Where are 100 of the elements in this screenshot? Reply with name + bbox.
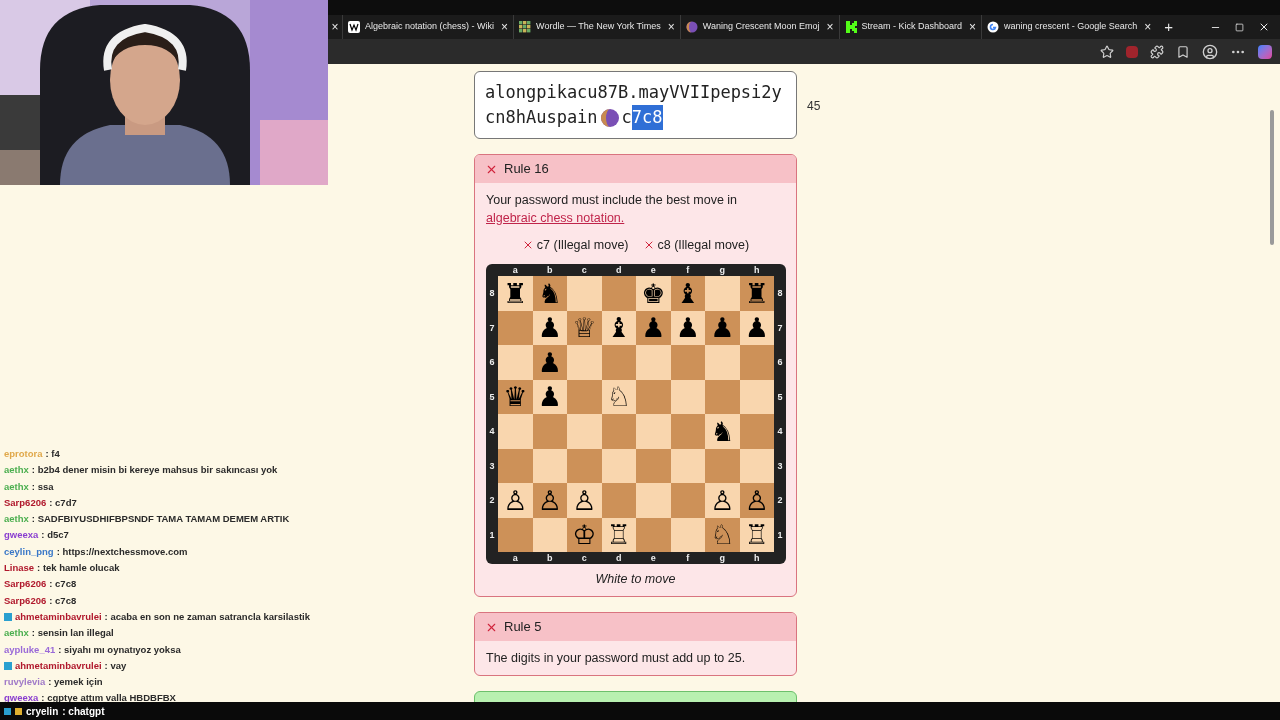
chat-message: : vay xyxy=(104,658,127,673)
tab-close-icon[interactable]: × xyxy=(826,18,834,36)
chat-username: eprotora xyxy=(4,447,43,461)
board-square xyxy=(670,345,705,380)
favorite-star-icon[interactable] xyxy=(1100,44,1114,59)
chess-piece: ♙ xyxy=(744,486,769,514)
chess-piece: ♜ xyxy=(744,279,769,307)
file-label: c xyxy=(580,552,588,565)
tab-title: Wordle — The New York Times xyxy=(536,20,661,34)
file-label: e xyxy=(649,264,657,277)
profile-icon[interactable] xyxy=(1202,43,1218,60)
chess-piece: ♝ xyxy=(675,279,700,307)
chat-username: ahmetaminbavrulei xyxy=(15,658,102,673)
character-count: 45 xyxy=(807,98,821,115)
chess-piece: ♟ xyxy=(675,314,700,342)
file-label: h xyxy=(753,552,761,565)
rank-label: 8 xyxy=(488,287,496,301)
tab-close-icon[interactable]: × xyxy=(969,18,977,36)
chess-piece: ♕ xyxy=(572,314,597,342)
chess-piece: ♞ xyxy=(710,417,735,445)
chat-message: : SADFBIYUSDHIFBPSNDF TAMA TAMAM DEMEM ARTIK xyxy=(31,512,290,527)
file-label: f xyxy=(685,264,691,277)
board-square xyxy=(498,345,533,380)
scrollbar-thumb[interactable] xyxy=(1270,110,1274,245)
badge-icon xyxy=(4,613,12,622)
new-tab-button[interactable]: + xyxy=(1164,15,1173,39)
restore-icon[interactable] xyxy=(1235,22,1244,32)
file-label: c xyxy=(580,264,588,277)
chat-username: aethx xyxy=(4,479,29,494)
tab-title: Algebraic notation (chess) - Wiki xyxy=(365,20,495,34)
moon-icon xyxy=(685,21,698,33)
board-square xyxy=(567,448,602,483)
board-square xyxy=(567,276,602,311)
chat-message: : d5c7 xyxy=(41,528,69,543)
board-square xyxy=(705,448,740,483)
chess-piece: ♟ xyxy=(537,383,562,411)
rank-label: 4 xyxy=(776,425,784,439)
rule-title: Rule 16 xyxy=(504,160,549,179)
tab-close-icon[interactable]: × xyxy=(1144,18,1152,36)
chess-piece: ♙ xyxy=(710,486,735,514)
chat-username: ruvylevia xyxy=(4,675,46,690)
rule-title: Rule 5 xyxy=(504,618,542,637)
chess-piece: ♟ xyxy=(744,314,769,342)
board-square xyxy=(532,414,567,449)
tab-close-icon[interactable]: × xyxy=(328,18,342,36)
favorites-icon[interactable] xyxy=(1176,44,1190,59)
chess-piece: ♟ xyxy=(641,314,666,342)
rule-text: Your password must include the best move in algebraic chess notation. xyxy=(486,192,739,227)
tab-close-icon[interactable]: × xyxy=(667,18,675,36)
board-square xyxy=(498,448,533,483)
file-label: g xyxy=(718,552,726,565)
chess-piece: ♖ xyxy=(744,521,769,549)
google-icon xyxy=(987,21,1000,33)
notation-link[interactable]: algebraic chess notation. xyxy=(486,211,625,225)
chat-username: Sarp6206 xyxy=(4,577,47,592)
file-label: b xyxy=(546,552,554,565)
rank-label: 6 xyxy=(776,356,784,370)
board-square xyxy=(498,310,533,345)
chess-piece: ♔ xyxy=(572,521,597,549)
kick-logo-icon xyxy=(844,21,857,33)
extensions-icon[interactable] xyxy=(1150,44,1164,59)
grid-icon xyxy=(519,21,532,33)
chess-piece: ♛ xyxy=(503,383,528,411)
chat-message: : b2b4 dener misin bi kereye mahsus bir sakıncası yok xyxy=(31,463,278,478)
chess-piece: ♚ xyxy=(641,279,666,307)
chat-username: Sarp6206 xyxy=(4,495,47,510)
chat-message: : acaba en son ne zaman satrancla karsilastik xyxy=(104,609,310,624)
chess-piece: ♞ xyxy=(537,279,562,307)
file-label: a xyxy=(511,552,519,565)
file-label: a xyxy=(511,264,519,277)
tab-title: Stream - Kick Dashboard xyxy=(861,20,963,34)
wiki-icon xyxy=(348,21,360,33)
chat-message: : f4 xyxy=(45,447,60,461)
board-square xyxy=(498,414,533,449)
board-square xyxy=(636,414,671,449)
board-caption: White to move xyxy=(594,571,677,588)
board-square xyxy=(670,414,705,449)
password-field[interactable]: alongpikacu87B.mayVVIIpepsi2y cn8hAuspain c7c8 xyxy=(474,71,797,139)
board-square xyxy=(601,414,636,449)
chat-username: ceylin_png xyxy=(4,544,54,559)
chat-message: : yemek için xyxy=(48,675,103,690)
file-label: d xyxy=(615,264,623,277)
board-square xyxy=(705,379,740,414)
chess-piece: ♙ xyxy=(537,486,562,514)
copilot-icon[interactable] xyxy=(1258,44,1272,59)
board-square xyxy=(739,345,774,380)
board-square xyxy=(601,345,636,380)
chat-message: : c7c8 xyxy=(49,577,77,592)
rank-label: 6 xyxy=(488,356,496,370)
rank-label: 5 xyxy=(488,390,496,404)
chess-piece: ♟ xyxy=(537,348,562,376)
board-square xyxy=(567,414,602,449)
board-square xyxy=(636,345,671,380)
board-square xyxy=(705,345,740,380)
chat-message: : tek hamle olucak xyxy=(37,561,120,576)
rank-label: 3 xyxy=(488,459,496,473)
close-icon[interactable] xyxy=(1258,21,1270,33)
rule-text: The digits in your password must add up to 25. xyxy=(486,650,747,667)
file-label: f xyxy=(685,552,691,565)
tab-close-icon[interactable]: × xyxy=(501,18,509,36)
